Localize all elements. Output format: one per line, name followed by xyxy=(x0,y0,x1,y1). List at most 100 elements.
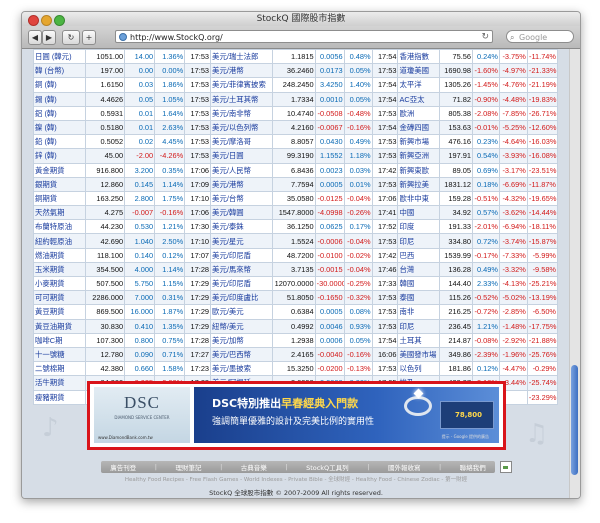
instrument-name-link[interactable]: 美元/加幣 xyxy=(210,332,274,348)
instrument-name-link[interactable]: 印度 xyxy=(397,219,440,235)
instrument-name-link[interactable]: 美元/印尼盾 xyxy=(210,275,274,292)
instrument-name-link[interactable]: 土耳其 xyxy=(397,332,440,348)
instrument-name-link[interactable]: 金磚四國 xyxy=(397,119,440,136)
instrument-name-link[interactable]: 紐幣/美元 xyxy=(210,318,274,334)
instrument-name-link[interactable]: 美元/日圓 xyxy=(210,148,274,164)
instrument-name-link[interactable]: 新興東歐 xyxy=(397,162,440,178)
instrument-name-link[interactable]: 鉛 (韓) xyxy=(33,134,86,150)
instrument-name-link[interactable]: 燃油期貨 xyxy=(33,247,86,263)
instrument-name-link[interactable]: 美元/摩洛哥 xyxy=(210,134,274,150)
instrument-name-link[interactable]: 鋁 (韓) xyxy=(33,105,86,121)
instrument-name-link[interactable]: 美元/馬來幣 xyxy=(210,261,274,278)
instrument-name-link[interactable]: 印尼 xyxy=(397,233,440,249)
instrument-name-link[interactable]: 紐約輕原油 xyxy=(33,233,86,249)
instrument-name-link[interactable]: 太平洋 xyxy=(397,77,440,93)
instrument-name-link[interactable]: 美元/墨披索 xyxy=(210,361,274,377)
instrument-name-link[interactable]: 咖啡C期 xyxy=(33,332,86,348)
footer-link[interactable]: 理財筆記 xyxy=(176,462,202,472)
instrument-name-link[interactable]: 美元/港幣 xyxy=(210,63,274,79)
advertisement-banner[interactable]: DSC DIAMOND SERVICE CENTER www.DiamondBa… xyxy=(87,381,506,450)
zoom-window-button[interactable] xyxy=(54,15,65,26)
instrument-name-link[interactable]: 美國發市場 xyxy=(397,346,440,363)
search-field[interactable]: ⌕ Google xyxy=(506,30,574,43)
instrument-name-link[interactable]: 美元/瑞士法郎 xyxy=(210,49,274,65)
vertical-scrollbar[interactable] xyxy=(569,49,580,498)
footer-sublinks[interactable]: Healthy Food Recipes - Free Flash Games … xyxy=(22,475,570,483)
instrument-name-link[interactable]: 新興亞洲 xyxy=(397,148,440,164)
instrument-name-link[interactable]: 歐元/美元 xyxy=(210,304,274,320)
instrument-name-link[interactable]: 美元/印尼盾 xyxy=(210,247,274,263)
footer-link[interactable]: 廣告刊登 xyxy=(110,462,136,472)
change-cell: 0.93% xyxy=(343,318,373,334)
instrument-name-link[interactable]: 可可期貨 xyxy=(33,290,86,306)
instrument-name-link[interactable]: 銅 (韓) xyxy=(33,77,86,93)
ad-logo-panel[interactable]: DSC DIAMOND SERVICE CENTER www.DiamondBa… xyxy=(94,387,190,443)
instrument-name-link[interactable]: 印尼 xyxy=(397,318,440,334)
instrument-name-link[interactable]: 黃豆期貨 xyxy=(33,304,86,320)
value-cell: 12.860 xyxy=(84,176,126,192)
address-bar[interactable]: http://www.StockQ.org/ ↻ xyxy=(115,30,493,43)
minimize-window-button[interactable] xyxy=(41,15,52,26)
instrument-name-link[interactable]: 韓 (台幣) xyxy=(33,63,86,79)
instrument-name-link[interactable]: 巴西 xyxy=(397,247,440,263)
instrument-name-link[interactable]: AC亞太 xyxy=(397,91,440,107)
instrument-name-link[interactable]: 美元/泰銖 xyxy=(210,219,274,235)
instrument-name-link[interactable]: 新興拉美 xyxy=(397,176,440,192)
instrument-name-link[interactable]: 美元/星元 xyxy=(210,233,274,249)
instrument-name-link[interactable]: 美元/南非幣 xyxy=(210,105,274,121)
instrument-name-link[interactable]: 歐洲 xyxy=(397,105,440,121)
instrument-name-link[interactable]: 錫 (韓) xyxy=(33,91,86,107)
instrument-name-link[interactable]: 美元/土耳其幣 xyxy=(210,91,274,107)
instrument-name-link[interactable]: 活牛期貨 xyxy=(33,375,86,391)
instrument-name-link[interactable]: 韓國 xyxy=(397,275,440,292)
footer-link[interactable]: 國外報收寫 xyxy=(388,462,421,472)
instrument-name-link[interactable]: 瘦豬期貨 xyxy=(33,389,86,405)
scroll-thumb[interactable] xyxy=(571,365,578,475)
instrument-name-link[interactable]: 鋅 (韓) xyxy=(33,148,86,164)
instrument-name-link[interactable]: 銀期貨 xyxy=(33,176,86,192)
refresh-icon[interactable]: ↻ xyxy=(481,31,489,44)
instrument-name-link[interactable]: 小麥期貨 xyxy=(33,275,86,292)
back-button[interactable]: ◀ xyxy=(28,30,42,45)
instrument-name-link[interactable]: 以色列 xyxy=(397,361,440,377)
instrument-name-link[interactable]: 道瓊美國 xyxy=(397,63,440,79)
instrument-name-link[interactable]: 美元/菲律賓披索 xyxy=(210,77,274,93)
instrument-name-link[interactable]: 黃豆油期貨 xyxy=(33,318,86,334)
instrument-name-link[interactable]: 美元/台幣 xyxy=(210,190,274,207)
change-cell: 1.40% xyxy=(343,77,373,93)
instrument-name-link[interactable]: 美元/巴西幣 xyxy=(210,346,274,363)
instrument-name-link[interactable]: 天然氣期 xyxy=(33,205,86,221)
instrument-name-link[interactable]: 泰國 xyxy=(397,290,440,306)
footer-link[interactable]: 聯絡我們 xyxy=(460,462,486,472)
instrument-name-link[interactable]: 中國 xyxy=(397,205,440,221)
reload-button[interactable]: ↻ xyxy=(62,30,80,45)
instrument-name-link[interactable]: 黃金期貨 xyxy=(33,162,86,178)
instrument-name-link[interactable]: 南非 xyxy=(397,304,440,320)
instrument-name-link[interactable]: 十一號糖 xyxy=(33,346,86,363)
footer-link[interactable]: 古典音樂 xyxy=(241,462,267,472)
instrument-name-link[interactable]: 美元/人民幣 xyxy=(210,162,274,178)
footer-link[interactable]: StockQ工具列 xyxy=(306,462,349,472)
image-icon[interactable] xyxy=(500,461,512,473)
instrument-name-link[interactable]: 銅期貨 xyxy=(33,190,86,207)
instrument-name-link[interactable]: 美元/韓圓 xyxy=(210,205,274,221)
instrument-name-link[interactable]: 台灣 xyxy=(397,261,440,278)
instrument-name-link[interactable]: 美元/印度盧比 xyxy=(210,290,274,306)
instrument-name-link[interactable]: 二號棉期 xyxy=(33,361,86,377)
instrument-name-link[interactable]: 布蘭特原油 xyxy=(33,219,86,235)
instrument-name-link[interactable]: 鎳 (韓) xyxy=(33,119,86,136)
ad-site-url[interactable]: www.DiamondBank.com.tw xyxy=(98,435,153,440)
instrument-name-link[interactable]: 美元/港幣 xyxy=(210,176,274,192)
instrument-name-link[interactable]: 歐非中東 xyxy=(397,190,440,207)
add-bookmark-button[interactable]: + xyxy=(82,30,96,45)
instrument-name-link[interactable]: 新興市場 xyxy=(397,134,440,150)
instrument-name-link[interactable]: 香港指數 xyxy=(397,49,440,65)
instrument-name-link[interactable]: 玉米期貨 xyxy=(33,261,86,278)
forward-button[interactable]: ▶ xyxy=(42,30,56,45)
ad-google-label[interactable]: 提示 - Google 提供的廣告 xyxy=(442,434,489,440)
change-cell: 4.45% xyxy=(154,134,186,150)
instrument-name-link[interactable]: 美元/以色列幣 xyxy=(210,119,274,136)
ad-main-panel[interactable]: DSC特別推出早春經典入門款 強調簡單優雅的設計及完美比例的實用性 78,800… xyxy=(194,387,499,443)
instrument-name-link[interactable]: 日圓 (韓元) xyxy=(33,49,86,65)
close-window-button[interactable] xyxy=(28,15,39,26)
